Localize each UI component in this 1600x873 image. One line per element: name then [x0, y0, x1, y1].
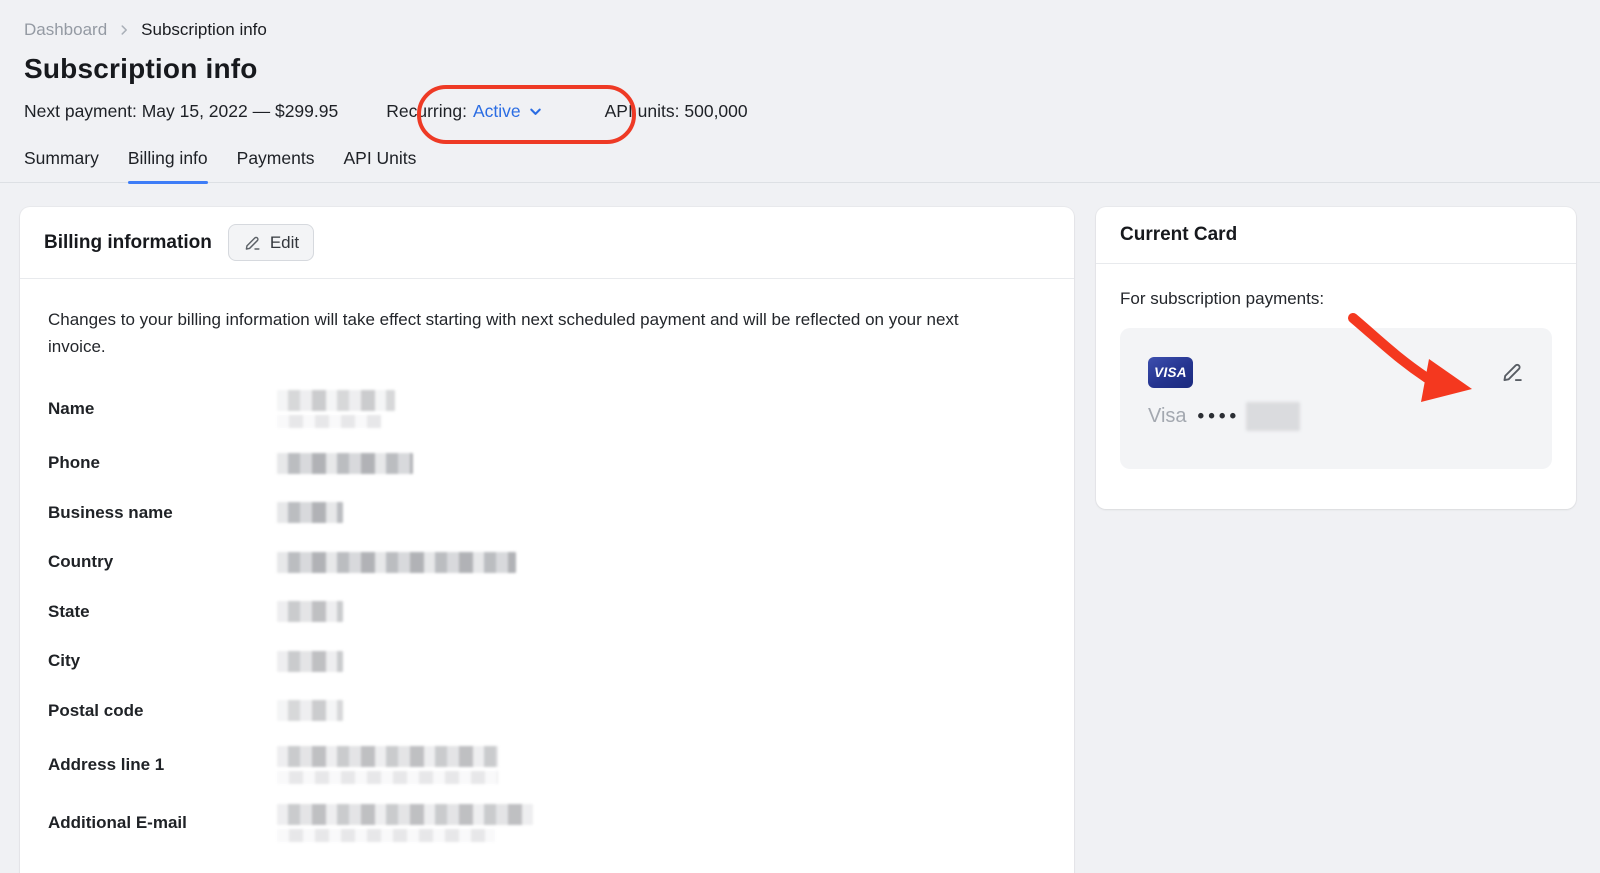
billing-field-value-redacted — [277, 502, 1046, 523]
billing-field-value-redacted — [277, 804, 1046, 842]
card-masked-dots: •••• — [1198, 406, 1241, 428]
billing-card-title: Billing information — [44, 232, 212, 254]
page-header: Dashboard Subscription info Subscription… — [0, 0, 1600, 122]
billing-field-label: Country — [48, 552, 277, 572]
subscription-meta-row: Next payment: May 15, 2022 — $299.95 Rec… — [24, 101, 1576, 122]
billing-fields: Name Phone Business name Country State — [48, 390, 1046, 842]
card-brand-name: Visa — [1148, 405, 1187, 428]
billing-field-row: Postal code — [48, 696, 1046, 725]
billing-field-label: Address line 1 — [48, 755, 277, 775]
billing-card-header: Billing information Edit — [20, 207, 1074, 279]
billing-field-row: Additional E-mail — [48, 804, 1046, 842]
api-units-text: API units: 500,000 — [605, 101, 748, 122]
current-card-header: Current Card — [1096, 207, 1576, 264]
billing-field-label: Phone — [48, 453, 277, 473]
billing-information-card: Billing information Edit Changes to your… — [20, 207, 1074, 873]
current-card-title: Current Card — [1120, 224, 1237, 246]
billing-field-value-redacted — [277, 453, 1046, 474]
billing-card-body: Changes to your billing information will… — [20, 279, 1074, 873]
billing-field-label: Name — [48, 399, 277, 419]
current-card-subtitle: For subscription payments: — [1120, 289, 1552, 309]
chevron-down-icon — [528, 104, 543, 119]
tabs-bar: Summary Billing info Payments API Units — [0, 148, 1600, 183]
pencil-icon — [1500, 359, 1525, 384]
recurring-label: Recurring: — [386, 101, 467, 122]
breadcrumb-current: Subscription info — [141, 20, 267, 40]
current-card-card: Current Card For subscription payments: … — [1096, 207, 1576, 509]
next-payment-text: Next payment: May 15, 2022 — $299.95 — [24, 101, 338, 122]
billing-field-row: State — [48, 597, 1046, 626]
billing-field-value-redacted — [277, 601, 1046, 622]
billing-field-value-redacted — [277, 552, 1046, 573]
billing-field-value-redacted — [277, 700, 1046, 721]
card-number-row: Visa •••• — [1148, 402, 1525, 431]
recurring-status-value: Active — [473, 101, 521, 122]
billing-description: Changes to your billing information will… — [48, 306, 963, 360]
recurring-dropdown[interactable]: Recurring: Active — [386, 101, 542, 122]
billing-field-label: City — [48, 651, 277, 671]
edit-button-label: Edit — [270, 233, 299, 253]
visa-logo: VISA — [1148, 357, 1193, 388]
billing-field-row: Name — [48, 390, 1046, 428]
billing-field-label: Business name — [48, 503, 277, 523]
breadcrumb: Dashboard Subscription info — [24, 20, 1576, 40]
tab-summary[interactable]: Summary — [24, 148, 99, 182]
tab-payments[interactable]: Payments — [237, 148, 315, 182]
pencil-icon — [243, 233, 262, 252]
billing-field-row: Country — [48, 548, 1046, 577]
billing-field-label: State — [48, 602, 277, 622]
tab-api-units[interactable]: API Units — [343, 148, 416, 182]
payment-card-panel: VISA Visa •••• — [1120, 328, 1552, 469]
billing-field-row: City — [48, 647, 1046, 676]
tab-billing-info[interactable]: Billing info — [128, 148, 208, 182]
billing-field-row: Address line 1 — [48, 746, 1046, 784]
billing-field-label: Additional E-mail — [48, 813, 277, 833]
billing-field-value-redacted — [277, 651, 1046, 672]
billing-field-row: Phone — [48, 449, 1046, 478]
edit-billing-button[interactable]: Edit — [228, 224, 314, 261]
billing-field-row: Business name — [48, 498, 1046, 527]
chevron-right-icon — [117, 23, 131, 37]
billing-field-value-redacted — [277, 390, 1046, 428]
billing-field-value-redacted — [277, 746, 1046, 784]
card-number-redacted — [1246, 402, 1300, 431]
current-card-body: For subscription payments: VISA Visa •••… — [1096, 264, 1576, 499]
breadcrumb-dashboard-link[interactable]: Dashboard — [24, 20, 107, 40]
content-area: Billing information Edit Changes to your… — [20, 207, 1580, 873]
edit-card-button[interactable] — [1500, 359, 1525, 389]
page-title: Subscription info — [24, 53, 1576, 85]
billing-field-label: Postal code — [48, 701, 277, 721]
